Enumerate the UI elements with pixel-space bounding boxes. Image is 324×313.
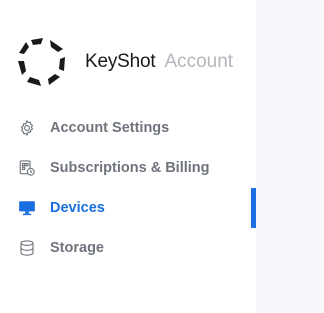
main-content [256, 0, 324, 313]
sidebar-item-subscriptions-billing[interactable]: Subscriptions & Billing [0, 148, 256, 188]
sidebar-item-storage[interactable]: Storage [0, 228, 256, 268]
database-icon [18, 239, 36, 257]
sidebar-item-devices[interactable]: Devices [0, 188, 256, 228]
app-window: KeyShot Account Account Settings Subscri… [0, 0, 324, 313]
sidebar-item-label: Subscriptions & Billing [50, 160, 210, 176]
gear-icon [18, 119, 36, 137]
brand[interactable]: KeyShot Account [17, 37, 233, 87]
brand-name: KeyShot [85, 51, 156, 72]
brand-suffix: Account [164, 51, 234, 72]
monitor-icon [18, 199, 36, 217]
sidebar-nav: Account Settings Subscriptions & Billing [0, 108, 256, 268]
keyshot-logo-icon [18, 38, 65, 86]
sidebar-item-label: Devices [50, 200, 105, 216]
billing-icon [18, 159, 36, 177]
sidebar-item-label: Account Settings [50, 120, 170, 136]
sidebar: KeyShot Account Account Settings Subscri… [0, 0, 256, 313]
sidebar-item-account-settings[interactable]: Account Settings [0, 108, 256, 148]
sidebar-item-label: Storage [50, 240, 104, 256]
